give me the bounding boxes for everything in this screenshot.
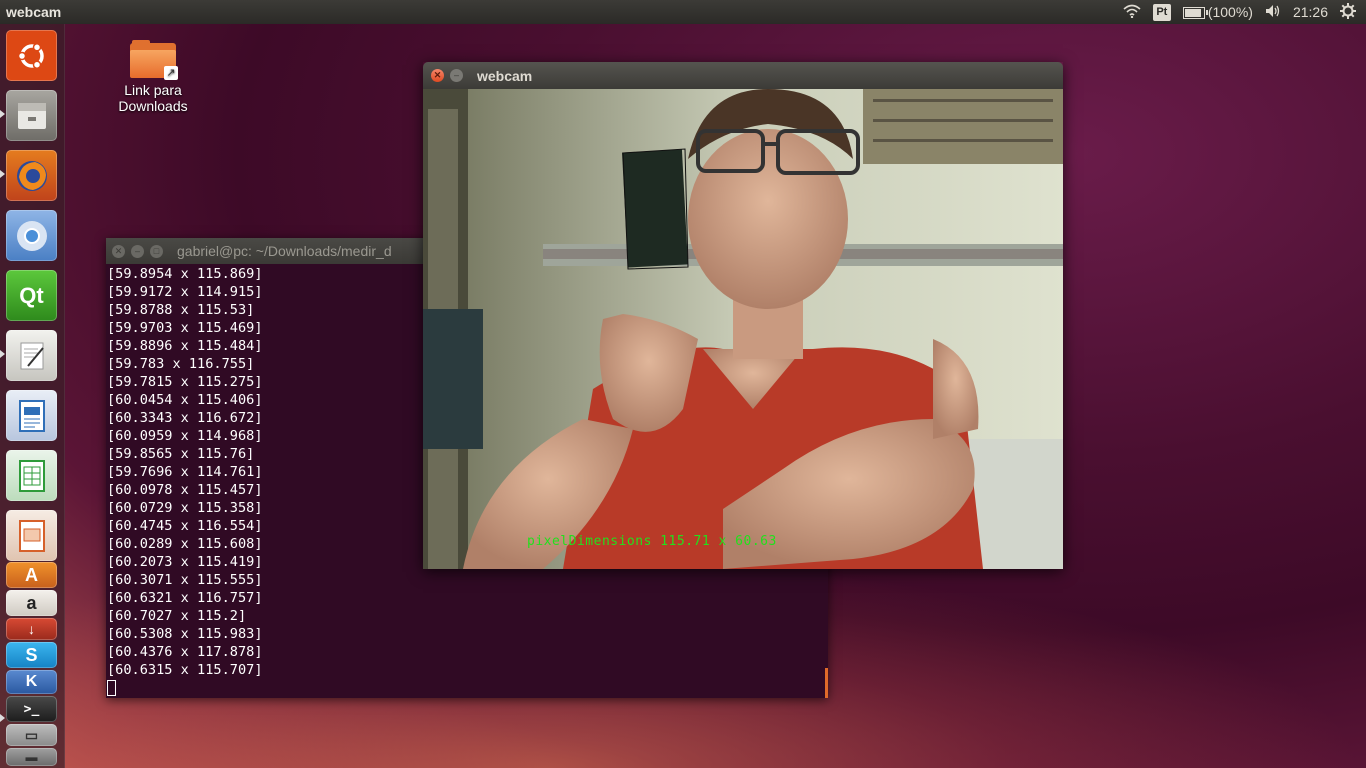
folder-icon: ↗	[130, 40, 178, 80]
running-indicator	[0, 350, 5, 358]
kdevelop-icon[interactable]: K	[6, 670, 57, 694]
software-center-icon[interactable]: A	[6, 562, 57, 588]
desktop-downloads-link[interactable]: ↗ Link para Downloads	[108, 40, 198, 114]
pixel-dimensions-overlay: pixelDimensions 115.71 x 60.63	[527, 534, 777, 549]
terminal-line: [60.4376 x 117.878]	[107, 644, 263, 660]
close-icon[interactable]: ✕	[112, 244, 125, 258]
chromium-icon[interactable]	[6, 210, 57, 261]
active-app-title: webcam	[6, 4, 62, 20]
terminal-line: [60.3071 x 115.555]	[107, 572, 263, 588]
ubuntu-logo-icon[interactable]	[6, 30, 57, 81]
webcam-window[interactable]: ✕ – webcam pixelDimensions 115.71 x 60.6…	[423, 62, 1063, 569]
system-tray: Pt (100%) 21:26	[1123, 2, 1356, 22]
terminal-title: gabriel@pc: ~/Downloads/medir_d	[177, 243, 392, 259]
running-indicator	[0, 110, 5, 118]
files-icon[interactable]	[6, 90, 57, 141]
desktop-icon-label-line2: Downloads	[118, 98, 188, 114]
volume-icon[interactable]	[1265, 4, 1281, 21]
battery-icon	[1182, 7, 1208, 20]
webcam-image	[423, 89, 1063, 569]
scanner-icon[interactable]: ▭	[6, 724, 57, 746]
launcher: Qt A a ↓ S K >_ ▭ ▬	[0, 24, 65, 768]
running-indicator	[0, 170, 5, 178]
writer-icon[interactable]	[6, 390, 57, 441]
battery-indicator[interactable]: (100%)	[1182, 4, 1253, 20]
terminal-line: [60.5308 x 115.983]	[107, 626, 263, 642]
amazon-icon[interactable]: a	[6, 590, 57, 616]
minimize-icon[interactable]: –	[131, 244, 144, 258]
text-editor-icon[interactable]	[6, 330, 57, 381]
qt-creator-icon[interactable]: Qt	[6, 270, 57, 321]
update-manager-icon[interactable]: ↓	[6, 618, 57, 640]
wifi-icon[interactable]	[1123, 4, 1141, 21]
terminal-scrollbar[interactable]	[825, 668, 828, 698]
terminal-icon[interactable]: >_	[6, 696, 57, 722]
trash-icon[interactable]: ▬	[6, 748, 57, 766]
top-panel: webcam Pt (100%) 21:26	[0, 0, 1366, 24]
minimize-icon[interactable]: –	[450, 69, 463, 82]
maximize-icon[interactable]: □	[150, 244, 163, 258]
keyboard-layout-indicator[interactable]: Pt	[1152, 3, 1171, 21]
link-arrow-icon: ↗	[164, 66, 178, 80]
webcam-titlebar[interactable]: ✕ – webcam	[423, 62, 1063, 89]
terminal-line: [60.6315 x 115.707]	[107, 662, 263, 678]
terminal-line: [60.7027 x 115.2]	[107, 608, 247, 624]
clock[interactable]: 21:26	[1293, 4, 1328, 20]
webcam-video-frame: pixelDimensions 115.71 x 60.63	[423, 89, 1063, 569]
desktop-icon-label-line1: Link para	[124, 82, 182, 98]
battery-percentage: (100%)	[1207, 4, 1253, 20]
gear-icon[interactable]	[1340, 2, 1356, 22]
calc-icon[interactable]	[6, 450, 57, 501]
running-indicator	[0, 714, 5, 722]
impress-icon[interactable]	[6, 510, 57, 561]
skype-icon[interactable]: S	[6, 642, 57, 668]
close-icon[interactable]: ✕	[431, 69, 444, 82]
terminal-line: [60.6321 x 116.757]	[107, 590, 263, 606]
text-cursor	[107, 680, 116, 696]
terminal-prompt-line[interactable]	[107, 679, 828, 697]
firefox-icon[interactable]	[6, 150, 57, 201]
webcam-title: webcam	[477, 67, 533, 84]
